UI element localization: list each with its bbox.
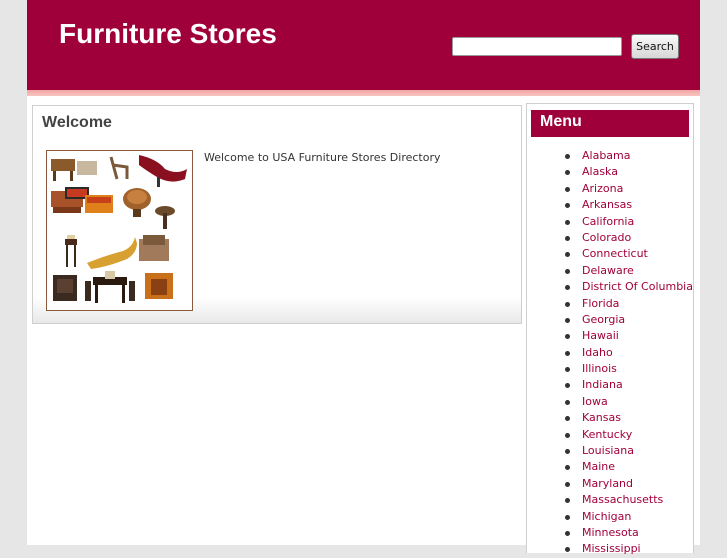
menu-item-illinois[interactable]: Illinois (564, 361, 693, 377)
menu-item-california[interactable]: California (564, 214, 693, 230)
state-menu-list: Alabama Alaska Arizona Arkansas Californ… (564, 148, 693, 558)
header: Furniture Stores Search (27, 0, 700, 90)
menu-item-colorado[interactable]: Colorado (564, 230, 693, 246)
menu-item-massachusetts[interactable]: Massachusetts (564, 492, 693, 508)
menu-item-louisiana[interactable]: Louisiana (564, 443, 693, 459)
furniture-collage-icon (51, 155, 187, 303)
menu-item-minnesota[interactable]: Minnesota (564, 525, 693, 541)
menu-item-connecticut[interactable]: Connecticut (564, 246, 693, 262)
menu-item-iowa[interactable]: Iowa (564, 394, 693, 410)
menu-item-florida[interactable]: Florida (564, 296, 693, 312)
menu-item-kentucky[interactable]: Kentucky (564, 427, 693, 443)
welcome-panel: Welcome Welcome to USA Furniture Stores … (32, 105, 522, 324)
header-stripe (27, 90, 700, 96)
menu-item-arizona[interactable]: Arizona (564, 181, 693, 197)
sidebar: Menu Alabama Alaska Arizona Arkansas Cal… (526, 103, 694, 555)
page-title: Welcome (42, 114, 112, 131)
menu-item-kansas[interactable]: Kansas (564, 410, 693, 426)
welcome-text: Welcome to USA Furniture Stores Director… (204, 151, 441, 164)
menu-title: Menu (531, 110, 689, 137)
menu-item-georgia[interactable]: Georgia (564, 312, 693, 328)
page: Furniture Stores Search Welcome Welcome … (27, 0, 700, 555)
menu-item-alaska[interactable]: Alaska (564, 164, 693, 180)
menu-item-idaho[interactable]: Idaho (564, 345, 693, 361)
menu-item-mississippi[interactable]: Mississippi (564, 541, 693, 557)
furniture-collage-image (46, 150, 193, 311)
menu-item-maryland[interactable]: Maryland (564, 476, 693, 492)
menu-item-delaware[interactable]: Delaware (564, 263, 693, 279)
menu-item-indiana[interactable]: Indiana (564, 377, 693, 393)
search-button[interactable]: Search (631, 34, 679, 59)
site-title[interactable]: Furniture Stores (59, 18, 277, 50)
menu-item-district-of-columbia[interactable]: District Of Columbia (564, 279, 693, 295)
menu-item-alabama[interactable]: Alabama (564, 148, 693, 164)
menu-item-maine[interactable]: Maine (564, 459, 693, 475)
menu-item-michigan[interactable]: Michigan (564, 509, 693, 525)
search-input[interactable] (452, 37, 622, 56)
menu-item-hawaii[interactable]: Hawaii (564, 328, 693, 344)
menu-item-arkansas[interactable]: Arkansas (564, 197, 693, 213)
